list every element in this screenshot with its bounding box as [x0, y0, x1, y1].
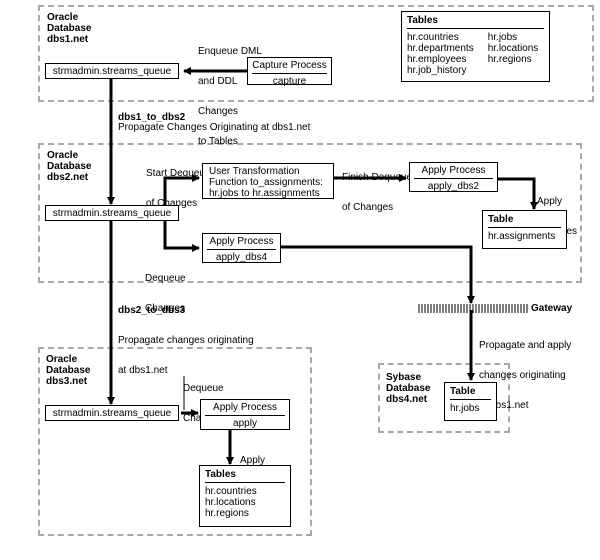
table-item: hr.regions	[205, 508, 249, 519]
arrow-dequeue-dbs4	[163, 221, 200, 252]
table-item: hr.countries	[205, 486, 257, 497]
tables-box-dbs1[interactable]: Tables hr.countries hr.departments hr.em…	[401, 11, 550, 82]
propagation-desc-1: Propagate Changes Originating at dbs1.ne…	[118, 122, 311, 133]
transformation-box[interactable]: User Transformation Function to_assignme…	[202, 163, 334, 199]
table-item: hr.assignments	[488, 231, 556, 242]
table-item: hr.departments	[407, 43, 474, 54]
table-item: hr.locations	[487, 43, 539, 54]
apply-process-dbs4[interactable]: Apply Process apply_dbs4	[202, 233, 281, 263]
queue-dbs3[interactable]: strmadmin.streams_queue	[45, 405, 179, 421]
enqueue-label: Enqueue DML and DDL Changes to Tables	[198, 46, 262, 147]
finish-dequeue-label: Finish Dequeue of Changes	[342, 172, 413, 213]
apply-process-dbs3[interactable]: Apply Process apply	[200, 399, 290, 430]
gateway-label: Gateway	[531, 303, 573, 314]
arrow-apply-changes-dbs2	[497, 177, 538, 210]
capture-process-box[interactable]: Capture Process capture	[247, 57, 332, 87]
db-label-dbs3: Oracle Database dbs3.net	[46, 354, 91, 387]
table-item: hr.jobs	[487, 32, 518, 43]
table-item: hr.regions	[487, 54, 532, 65]
db-label-dbs4: Sybase Database dbs4.net	[386, 372, 431, 405]
table-box-hr-jobs[interactable]: Table hr.jobs	[444, 382, 497, 421]
db-label-dbs1: Oracle Database dbs1.net	[47, 12, 92, 45]
table-item: hr.jobs	[450, 403, 480, 414]
db-label-dbs2: Oracle Database dbs2.net	[47, 150, 92, 183]
table-item: hr.countries	[407, 32, 459, 43]
arrow-apply-dbs4-to-gateway	[280, 245, 475, 304]
gateway-icon	[418, 304, 528, 313]
table-item: hr.employees	[407, 54, 467, 65]
queue-dbs1[interactable]: strmadmin.streams_queue	[45, 63, 179, 79]
table-item: hr.locations	[205, 497, 256, 508]
start-dequeue-label: Start Dequeue of Changes	[146, 168, 211, 209]
table-item: hr.job_history	[407, 65, 467, 76]
propagation-name-2: dbs2_to_dbs3	[118, 305, 186, 316]
tables-box-dbs3[interactable]: Tables hr.countries hr.locations hr.regi…	[199, 465, 291, 527]
apply-process-dbs2[interactable]: Apply Process apply_dbs2	[409, 162, 498, 192]
table-box-hr-assignments[interactable]: Table hr.assignments	[482, 210, 567, 249]
